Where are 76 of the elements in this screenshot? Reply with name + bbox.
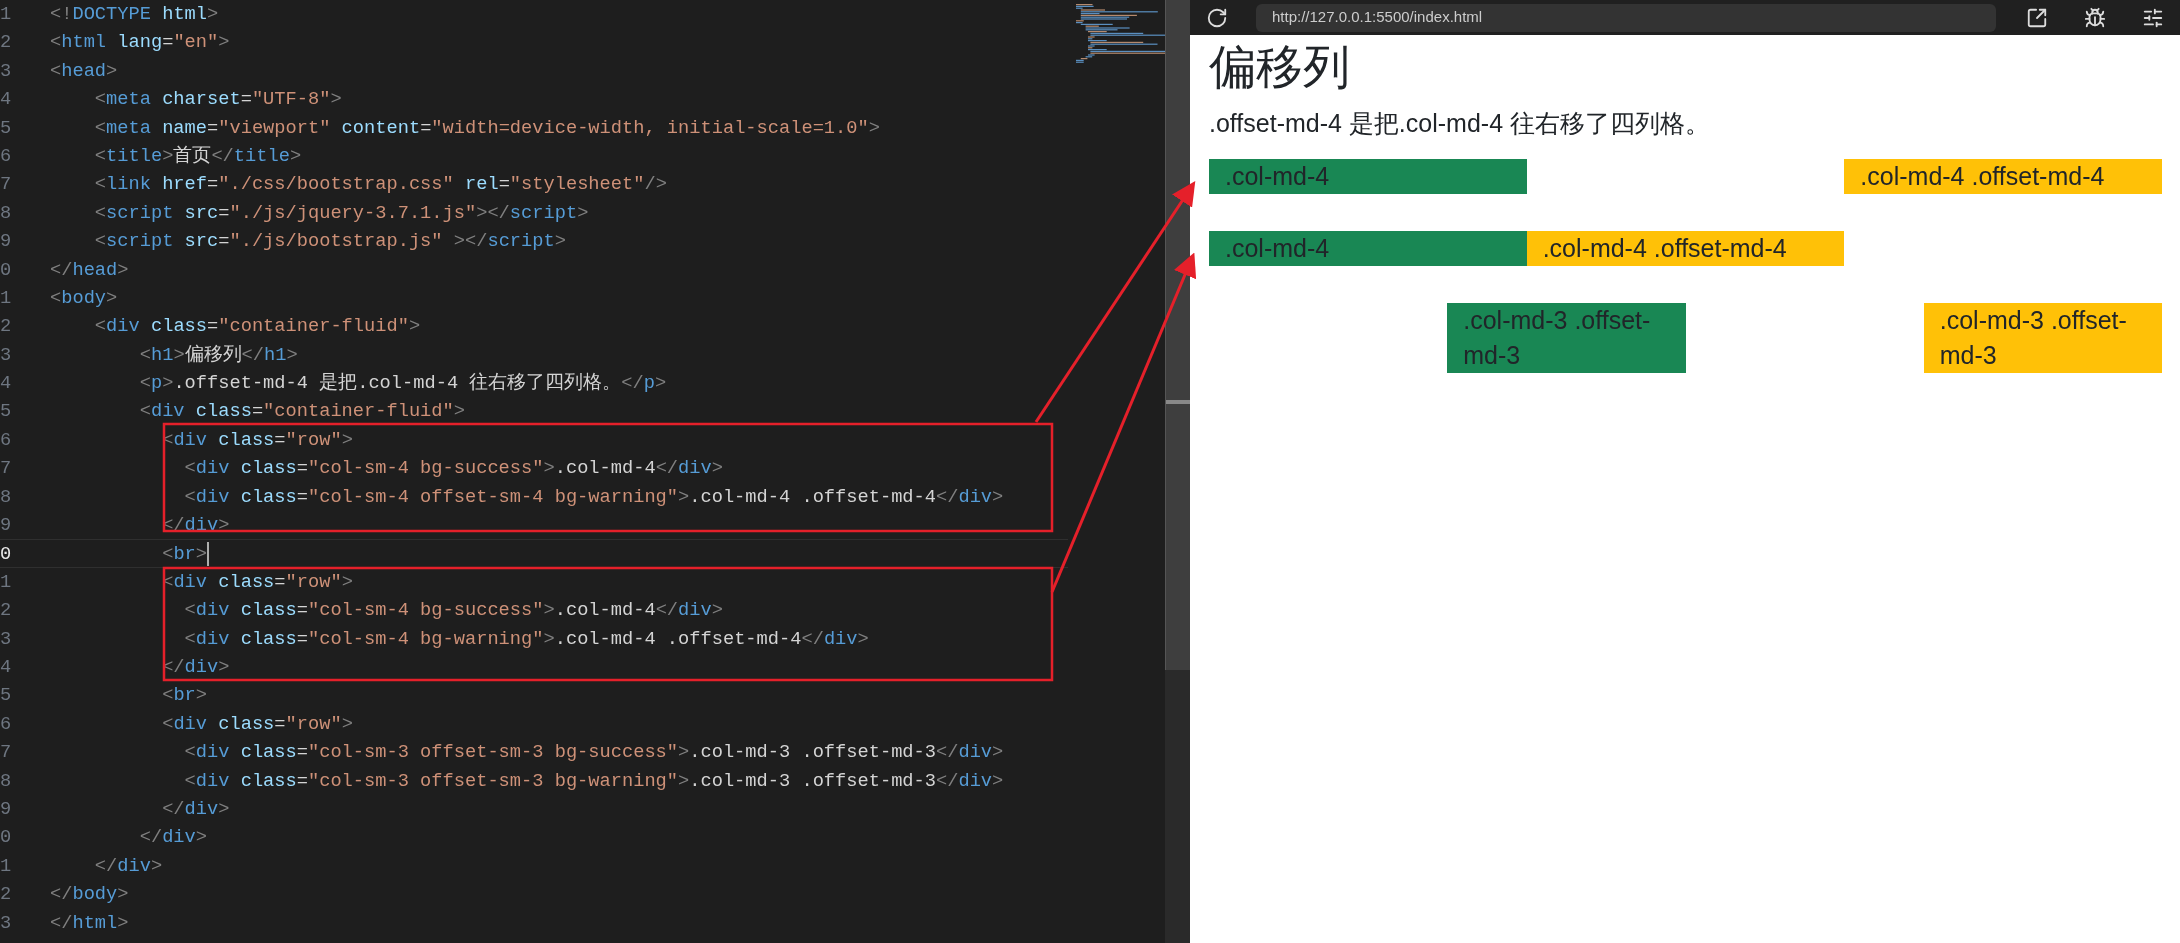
- line-number: 5: [0, 399, 13, 425]
- line-number: 3: [0, 626, 13, 652]
- code-line: <meta name="viewport" content="width=device-width, initial-scale=1.0">: [93, 115, 880, 141]
- code-line: <script src="./js/bootstrap.js" ></script>: [93, 229, 566, 255]
- reload-icon[interactable]: [1206, 6, 1228, 29]
- line-number: 4: [0, 371, 13, 397]
- grid-column: .col-md-3 .offset-md-3: [1447, 303, 1686, 373]
- line-number: 1: [0, 2, 13, 27]
- line-number: 9: [0, 229, 13, 255]
- line-number: 6: [0, 427, 13, 453]
- code-line: <body>: [50, 285, 118, 311]
- line-number: 4: [0, 87, 13, 113]
- line-number: 2: [0, 598, 13, 624]
- code-line: <div class="col-sm-4 bg-warning">.col-md-4 .offset-md-4</div>: [183, 626, 869, 652]
- grid-column: .col-md-4: [1209, 231, 1527, 266]
- line-number: 1: [0, 285, 13, 311]
- code-line: <script src="./js/jquery-3.7.1.js"></script>: [93, 200, 589, 226]
- line-number: 8: [0, 484, 13, 510]
- code-line: </body>: [50, 882, 129, 908]
- grid-column: .col-md-3 .offset-md-3: [1923, 303, 2162, 373]
- code-line: <head>: [50, 58, 118, 84]
- code-line: <div class="col-sm-3 offset-sm-3 bg-success">.col-md-3 .offset-md-3</div>: [183, 740, 1004, 766]
- address-bar[interactable]: http://127.0.0.1:5500/index.html: [1256, 3, 1996, 32]
- grid-column: .col-md-4 .offset-md-4: [1526, 231, 1845, 266]
- bug-icon[interactable]: [2084, 6, 2106, 29]
- line-number: 0: [0, 825, 13, 851]
- code-line: </head>: [50, 257, 129, 283]
- line-number: 3: [0, 342, 13, 368]
- code-line: <h1>偏移列</h1>: [138, 342, 298, 368]
- line-number: 9: [0, 513, 13, 539]
- line-number: 7: [0, 172, 13, 198]
- line-number: 0: [0, 542, 13, 567]
- code-line: <title>首页</title>: [93, 143, 302, 169]
- code-line: <br>: [161, 683, 208, 709]
- code-line: <html lang="en">: [50, 30, 230, 56]
- code-line: <div class="col-sm-4 bg-success">.col-md-4</div>: [183, 598, 723, 624]
- code-line: <div class="col-sm-3 offset-sm-3 bg-warning">.col-md-3 .offset-md-3</div>: [183, 768, 1004, 794]
- line-number: 9: [0, 796, 13, 822]
- line-number: 7: [0, 740, 13, 766]
- page-heading: 偏移列: [1209, 39, 1351, 95]
- line-number: 5: [0, 683, 13, 709]
- open-external-icon[interactable]: [2026, 6, 2048, 29]
- line-number: 2: [0, 882, 13, 908]
- code-line: <div class="row">: [161, 711, 353, 737]
- line-number: 6: [0, 711, 13, 737]
- line-number: 5: [0, 115, 13, 141]
- line-number: 8: [0, 768, 13, 794]
- code-line: <!DOCTYPE html>: [50, 2, 219, 27]
- code-line: <br>: [161, 542, 208, 567]
- line-number: 2: [0, 30, 13, 56]
- code-line: <link href="./css/bootstrap.css" rel="stylesheet"/>: [93, 172, 667, 198]
- line-number: 4: [0, 655, 13, 680]
- line-number: 3: [0, 910, 13, 936]
- code-line: <meta charset="UTF-8">: [93, 87, 342, 113]
- code-line: </html>: [50, 910, 129, 936]
- code-line: </div>: [93, 853, 163, 879]
- code-line: <div class="container-fluid">: [93, 314, 421, 340]
- line-number: 2: [0, 314, 13, 340]
- grid-column: .col-md-4: [1209, 159, 1527, 194]
- line-number: 1: [0, 853, 13, 879]
- line-number: 1: [0, 569, 13, 595]
- line-number: 7: [0, 456, 13, 482]
- code-line: <div class="col-sm-4 offset-sm-4 bg-warning">.col-md-4 .offset-md-4</div>: [183, 484, 1004, 510]
- grid-column: .col-md-4 .offset-md-4: [1844, 159, 2162, 194]
- line-number: 6: [0, 143, 13, 169]
- line-number: 3: [0, 58, 13, 84]
- code-line: <div class="col-sm-4 bg-success">.col-md-4</div>: [183, 456, 723, 482]
- line-number: 0: [0, 257, 13, 283]
- code-line: <p>.offset-md-4 是把.col-md-4 往右移了四列格。</p>: [138, 371, 667, 397]
- line-number: 8: [0, 200, 13, 226]
- code-line: </div>: [138, 825, 208, 851]
- page-paragraph: .offset-md-4 是把.col-md-4 往右移了四列格。: [1209, 108, 1711, 139]
- text-cursor: [207, 542, 210, 567]
- settings-icon[interactable]: [2142, 6, 2164, 29]
- code-line: <div class="container-fluid">: [138, 399, 465, 425]
- code-line: </div>: [161, 796, 230, 822]
